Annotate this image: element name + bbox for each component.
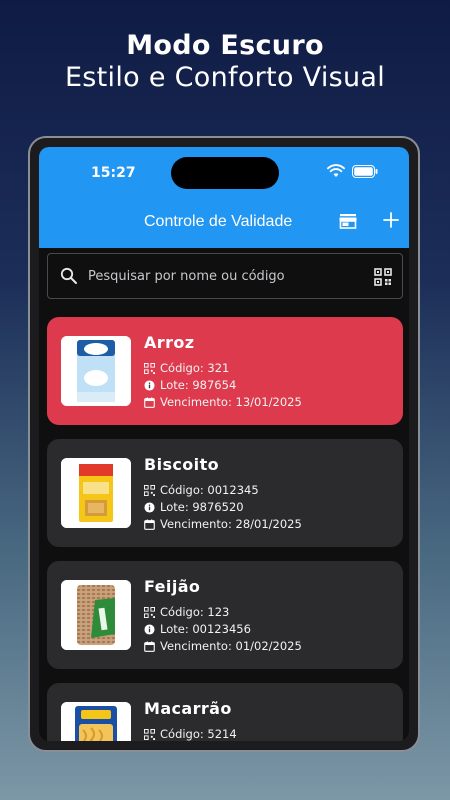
product-list: Arroz Código: 321 Lote: 987654 Venciment… [47,317,403,741]
dynamic-island [171,157,279,189]
product-image-beans [61,580,131,650]
calendar-icon [144,396,155,408]
product-name: Arroz [144,333,195,352]
promo-title: Modo Escuro [126,30,324,61]
qr-code-icon[interactable] [374,268,392,286]
product-code-text: Código: 0012345 [160,483,259,497]
product-lot-text: Lote: 00123456 [160,622,251,636]
calendar-icon [144,518,155,530]
product-code-text: Código: 123 [160,605,230,619]
product-lot-text: Lote: 9876520 [160,500,244,514]
qr-code-icon [144,728,155,740]
app-screen: 15:27 Controle de Validade Pesquisar por… [39,147,409,741]
qr-code-icon [144,606,155,618]
search-bar [47,253,403,299]
product-expiry-text: Vencimento: 28/01/2025 [160,517,302,531]
product-expiry-text: Vencimento: 13/01/2025 [160,395,302,409]
qr-code-icon [144,484,155,496]
product-card[interactable]: Biscoito Código: 0012345 Lote: 9876520 V… [47,439,403,547]
search-input[interactable] [88,254,358,298]
product-code: Código: 123 [144,605,229,619]
product-name: Macarrão [144,699,232,718]
qr-code-icon [144,362,155,374]
product-code: Código: 0012345 [144,483,259,497]
product-code: Código: 5214 [144,727,237,741]
app-bar: 15:27 Controle de Validade [39,147,409,248]
product-image-rice [61,336,131,406]
product-expiry-text: Vencimento: 01/02/2025 [160,639,302,653]
info-icon [144,379,155,391]
product-expiry: Vencimento: 28/01/2025 [144,517,302,531]
product-image-pasta [61,702,131,741]
product-card[interactable]: Macarrão Código: 5214 [47,683,403,741]
product-lot: Lote: 00123456 [144,622,251,636]
info-icon [144,501,155,513]
product-expiry: Vencimento: 13/01/2025 [144,395,302,409]
product-card[interactable]: Feijão Código: 123 Lote: 00123456 Vencim… [47,561,403,669]
battery-icon [352,165,378,178]
product-expiry: Vencimento: 01/02/2025 [144,639,302,653]
wifi-icon [327,164,345,177]
calendar-icon [144,640,155,652]
product-code: Código: 321 [144,361,229,375]
product-lot: Lote: 9876520 [144,500,244,514]
product-code-text: Código: 5214 [160,727,237,741]
search-icon [60,267,77,284]
promo-subtitle: Estilo e Conforto Visual [64,62,386,93]
store-icon[interactable] [339,213,357,229]
product-lot-text: Lote: 987654 [160,378,237,392]
product-name: Biscoito [144,455,220,474]
product-image-biscuit [61,458,131,528]
status-time: 15:27 [91,165,136,181]
product-card[interactable]: Arroz Código: 321 Lote: 987654 Venciment… [47,317,403,425]
product-lot: Lote: 987654 [144,378,236,392]
phone-frame: 15:27 Controle de Validade Pesquisar por… [28,136,420,752]
product-name: Feijão [144,577,201,596]
product-code-text: Código: 321 [160,361,230,375]
add-icon[interactable] [381,210,401,230]
info-icon [144,623,155,635]
page-title: Controle de Validade [144,213,293,230]
